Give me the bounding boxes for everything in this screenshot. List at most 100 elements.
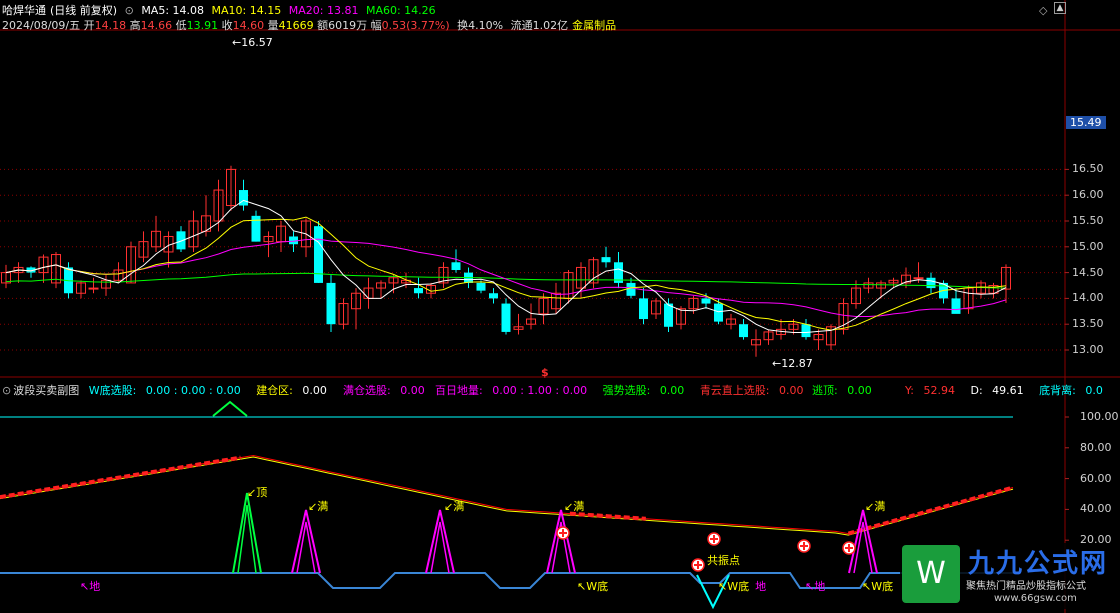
candle-body-down: [714, 303, 723, 322]
sector-label[interactable]: 金属制品: [572, 19, 616, 32]
sub-tick-label: 80.00: [1080, 440, 1112, 454]
rising-segment-3: [569, 511, 646, 521]
amount-label: 额: [317, 19, 329, 32]
label-di-1: ↖地: [80, 580, 101, 593]
period-label[interactable]: (日线 前复权): [50, 4, 117, 17]
candle-body-down: [326, 282, 336, 325]
candle-body-down: [451, 262, 461, 271]
brdl-label: 百日地量:: [435, 384, 483, 397]
price-tick-label: 13.50: [1072, 317, 1104, 331]
wdi-value: 0.00 : 0.00 : 0.00: [145, 384, 241, 397]
d-value: 49.61: [992, 384, 1024, 397]
price-tick-label: 16.50: [1072, 162, 1104, 176]
watermark-brand: 九九公式网: [968, 549, 1109, 579]
price-tick-label: 13.00: [1072, 343, 1104, 356]
qs-label: 强势选股:: [602, 384, 651, 397]
label-wdi-2: ↖W底地: [718, 580, 767, 593]
close-label: 收: [221, 19, 233, 32]
high-label: 高: [129, 19, 141, 32]
label-man-4: ↙满: [865, 500, 886, 513]
peak-ding-inner: [237, 504, 257, 574]
d-label: D:: [970, 384, 983, 397]
open-value: 14.18: [94, 19, 127, 32]
wdi-text-1: W底: [586, 580, 609, 593]
watermark-logo: W 九九公式网 聚焦热门精品炒股指标公式 www.66gsw.com: [900, 543, 1116, 609]
label-man-1: ↙满: [308, 500, 329, 513]
watermark-url: www.66gsw.com: [994, 593, 1077, 604]
qs-value: 0.00: [659, 384, 685, 397]
change-label: 幅: [370, 19, 382, 32]
dbl-value: 0.0: [1085, 384, 1103, 397]
sub-header: ⊙ 波段买卖副图 W底选股: 0.00 : 0.00 : 0.00 建仓区: 0.…: [2, 382, 339, 398]
stock-name[interactable]: 哈焊华通: [2, 4, 46, 17]
di-text-mix: 地: [755, 580, 767, 593]
turnover-value: 换4.10%: [457, 19, 504, 32]
settings-icon[interactable]: ◇: [1039, 4, 1047, 17]
price-tick-label: 16.00: [1072, 188, 1104, 202]
peak-man-4: [848, 509, 878, 574]
man-text-1: 满: [317, 500, 329, 513]
high-marker-value: 16.57: [241, 36, 273, 49]
di-text-1: 地: [89, 580, 101, 593]
ma20-label: MA20: 13.81: [288, 4, 359, 17]
label-man-2: ↙满: [444, 500, 465, 513]
sub-tick-label: 40.00: [1080, 502, 1112, 516]
price-tick-label: 15.50: [1072, 214, 1104, 227]
qy-value: 0.00: [779, 384, 804, 397]
candle-body-down: [801, 324, 811, 338]
candle-body-up: [88, 287, 99, 290]
candle-body-down: [951, 298, 961, 314]
watermark-slogan: 聚焦热门精品炒股指标公式: [966, 581, 1086, 592]
candle-body-down: [601, 257, 611, 263]
ma60-label: MA60: 14.26: [365, 4, 436, 17]
ding-text: 顶: [256, 486, 268, 499]
man-text-3: 满: [573, 500, 585, 513]
jiancang-marker: [212, 400, 248, 417]
date-label: 2024/08/09/五: [2, 19, 81, 32]
low-label: 低: [175, 19, 187, 32]
main-header: 哈焊华通 (日线 前复权) ⊙ MA5: 14.08 MA10: 14.15 MA…: [2, 2, 440, 18]
man-text-2: 满: [453, 500, 465, 513]
peak-man-1-inner: [296, 521, 316, 574]
low-value: 13.91: [186, 19, 219, 32]
candle-body-down: [501, 303, 511, 332]
candle-body-down: [639, 298, 648, 320]
sub-tick-label: 100.00: [1080, 410, 1119, 423]
collapse-icon[interactable]: ▲: [1054, 2, 1066, 14]
sub-settings-icon[interactable]: ⊙: [2, 384, 11, 397]
candle-body-down: [626, 282, 636, 296]
y-value: 52.94: [923, 384, 955, 397]
high-marker: ←16.57: [232, 36, 273, 49]
price-tick-label: 14.00: [1072, 291, 1104, 305]
qy-label: 青云直上选股:: [699, 384, 770, 397]
peak-man-2-inner: [430, 521, 450, 574]
stock-chart[interactable]: [0, 0, 1120, 613]
label-ding: ↙顶: [247, 486, 268, 499]
label-wdi-1: ↖W底: [577, 580, 609, 593]
brdl-value: 0.00 : 1.00 : 0.00: [492, 384, 588, 397]
label-gongzhen: 共振点: [707, 554, 740, 567]
close-value: 14.60: [232, 19, 265, 32]
wdi-label: W底选股:: [88, 384, 137, 397]
candle-body-down: [664, 303, 673, 327]
label-di-2: ↖地: [805, 580, 826, 593]
label-wdi-3: ↖W底: [862, 580, 894, 593]
jcq-label: 建仓区:: [256, 384, 293, 397]
sub-header-2: 满仓选股: 0.00: [343, 382, 437, 398]
volume-value: 41669: [278, 19, 314, 32]
label-man-3: ↙满: [564, 500, 585, 513]
open-label: 开: [83, 19, 95, 32]
price-tick-label: 14.50: [1072, 265, 1104, 279]
volume-label: 量: [267, 19, 279, 32]
candle-body-up: [913, 277, 924, 280]
dollar-marker: $: [541, 366, 549, 379]
rising-segment-1: [0, 455, 241, 500]
man-text-4: 满: [874, 500, 886, 513]
mc-label: 满仓选股:: [343, 384, 391, 397]
sub-title[interactable]: 波段买卖副图: [13, 384, 79, 397]
current-price-tag: 15.49: [1066, 116, 1106, 129]
dropdown-icon[interactable]: ⊙: [125, 4, 134, 17]
peak-man-1: [291, 509, 321, 574]
candle-body-down: [926, 277, 936, 289]
amount-value: 6019万: [328, 19, 368, 32]
